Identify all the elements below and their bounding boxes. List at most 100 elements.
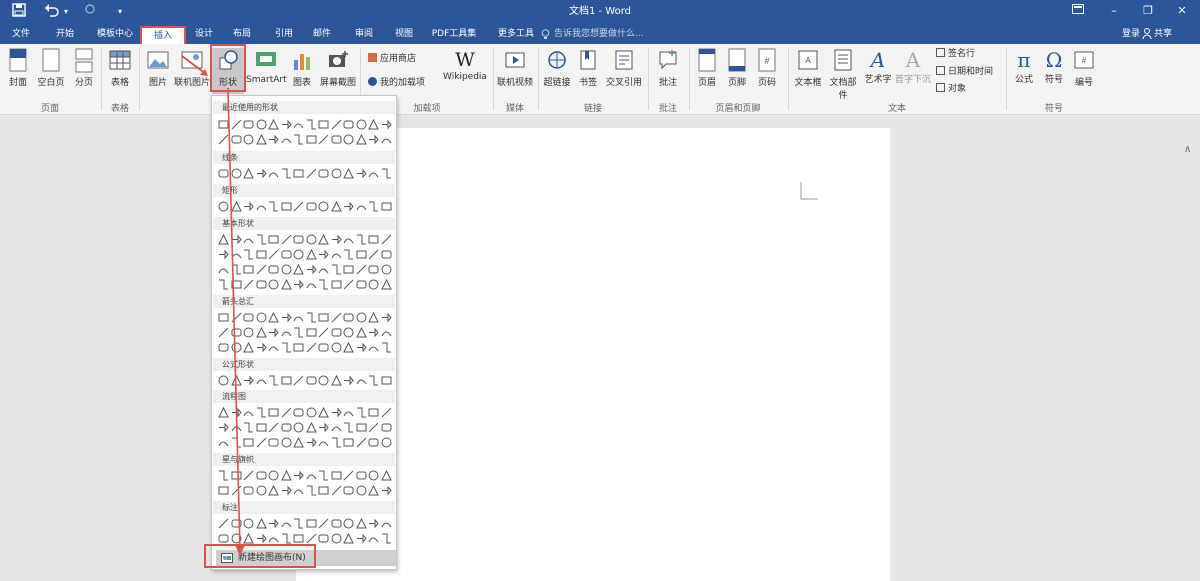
- shape-thumbnail[interactable]: [218, 375, 229, 386]
- shape-thumbnail[interactable]: [331, 518, 342, 529]
- shape-thumbnail[interactable]: [343, 264, 354, 275]
- shape-grid[interactable]: [218, 200, 394, 214]
- shape-grid[interactable]: [218, 311, 394, 325]
- cover-page-button[interactable]: 封面: [4, 48, 32, 88]
- equation-button[interactable]: π 公式: [1010, 48, 1038, 85]
- shape-grid[interactable]: [218, 263, 394, 277]
- shape-thumbnail[interactable]: [381, 533, 392, 544]
- shape-thumbnail[interactable]: [268, 201, 279, 212]
- shape-thumbnail[interactable]: [293, 249, 304, 260]
- shape-thumbnail[interactable]: [231, 342, 242, 353]
- shape-thumbnail[interactable]: [268, 279, 279, 290]
- shape-thumbnail[interactable]: [280, 470, 292, 481]
- shape-thumbnail[interactable]: [231, 312, 242, 323]
- shape-thumbnail[interactable]: [231, 279, 242, 290]
- shape-thumbnail[interactable]: [218, 134, 229, 145]
- shape-thumbnail[interactable]: [381, 168, 392, 179]
- shape-thumbnail[interactable]: [381, 234, 392, 245]
- shape-thumbnail[interactable]: [381, 327, 392, 338]
- tab-template-center[interactable]: 模板中心: [92, 26, 138, 44]
- shape-thumbnail[interactable]: [256, 485, 267, 496]
- shape-thumbnail[interactable]: [231, 407, 242, 418]
- shape-thumbnail[interactable]: [293, 518, 304, 529]
- shape-thumbnail[interactable]: [231, 168, 242, 179]
- my-addins-button[interactable]: 我的加载项: [368, 76, 425, 90]
- shape-thumbnail[interactable]: [356, 407, 367, 418]
- shape-thumbnail[interactable]: [381, 249, 392, 260]
- shape-thumbnail[interactable]: [268, 518, 279, 529]
- shape-thumbnail[interactable]: [356, 168, 367, 179]
- shape-thumbnail[interactable]: [256, 201, 267, 212]
- shape-thumbnail[interactable]: [255, 327, 267, 338]
- wordart-button[interactable]: A 艺术字: [862, 48, 894, 85]
- shape-thumbnail[interactable]: [318, 342, 329, 353]
- signature-line-button[interactable]: 签名行: [936, 47, 975, 61]
- shape-thumbnail[interactable]: [256, 249, 267, 260]
- date-time-button[interactable]: 日期和时间: [936, 65, 993, 79]
- shape-thumbnail[interactable]: [268, 342, 279, 353]
- wikipedia-button[interactable]: W Wikipedia: [440, 48, 490, 82]
- shape-thumbnail[interactable]: [243, 470, 254, 481]
- shape-thumbnail[interactable]: [331, 470, 342, 481]
- shape-thumbnail[interactable]: [355, 518, 367, 529]
- shape-thumbnail[interactable]: [368, 422, 379, 433]
- shape-thumbnail[interactable]: [306, 134, 317, 145]
- shape-thumbnail[interactable]: [306, 342, 317, 353]
- shape-thumbnail[interactable]: [318, 407, 329, 418]
- shape-thumbnail[interactable]: [281, 264, 292, 275]
- shape-thumbnail[interactable]: [293, 119, 304, 130]
- shape-thumbnail[interactable]: [343, 470, 354, 481]
- shape-thumbnail[interactable]: [343, 342, 354, 353]
- shape-thumbnail[interactable]: [356, 249, 367, 260]
- shape-thumbnail[interactable]: [368, 375, 379, 386]
- shape-thumbnail[interactable]: [218, 518, 229, 529]
- shape-thumbnail[interactable]: [331, 485, 342, 496]
- shape-thumbnail[interactable]: [318, 249, 329, 260]
- shape-thumbnail[interactable]: [368, 407, 379, 418]
- shape-grid[interactable]: [218, 469, 394, 483]
- shape-thumbnail[interactable]: [293, 342, 304, 353]
- tab-mailings[interactable]: 邮件: [308, 26, 336, 44]
- shape-thumbnail[interactable]: [355, 327, 367, 338]
- shape-thumbnail[interactable]: [343, 234, 354, 245]
- share-button[interactable]: 共享: [1154, 27, 1172, 41]
- shape-thumbnail[interactable]: [381, 485, 392, 496]
- shape-thumbnail[interactable]: [268, 375, 279, 386]
- shape-thumbnail[interactable]: [243, 437, 254, 448]
- shape-thumbnail[interactable]: [368, 234, 379, 245]
- shape-thumbnail[interactable]: [381, 119, 392, 130]
- shape-thumbnail[interactable]: [368, 342, 379, 353]
- shape-thumbnail[interactable]: [281, 375, 292, 386]
- shape-thumbnail[interactable]: [281, 201, 292, 212]
- page-number-button[interactable]: # 页码: [753, 48, 781, 88]
- shape-thumbnail[interactable]: [381, 134, 392, 145]
- shape-thumbnail[interactable]: [243, 168, 254, 179]
- symbol-button[interactable]: Ω 符号: [1040, 48, 1068, 85]
- shape-thumbnail[interactable]: [306, 485, 317, 496]
- shape-thumbnail[interactable]: [368, 201, 379, 212]
- shape-thumbnail[interactable]: [256, 422, 267, 433]
- shape-thumbnail[interactable]: [243, 518, 254, 529]
- shape-thumbnail[interactable]: [356, 437, 367, 448]
- shape-thumbnail[interactable]: [218, 437, 229, 448]
- shape-thumbnail[interactable]: [331, 327, 342, 338]
- shape-thumbnail[interactable]: [343, 134, 354, 145]
- shape-thumbnail[interactable]: [343, 201, 354, 212]
- shape-thumbnail[interactable]: [343, 375, 354, 386]
- shape-thumbnail[interactable]: [293, 134, 304, 145]
- shape-thumbnail[interactable]: [343, 407, 354, 418]
- shape-thumbnail[interactable]: [306, 470, 317, 481]
- shape-thumbnail[interactable]: [218, 422, 229, 433]
- tab-more-tools[interactable]: 更多工具: [494, 26, 538, 44]
- tell-me-input[interactable]: 告诉我您想要做什么...: [554, 27, 644, 41]
- shape-thumbnail[interactable]: [281, 342, 292, 353]
- shape-thumbnail[interactable]: [231, 327, 242, 338]
- shape-thumbnail[interactable]: [318, 470, 329, 481]
- shape-thumbnail[interactable]: [243, 342, 254, 353]
- shape-thumbnail[interactable]: [293, 234, 304, 245]
- shape-thumbnail[interactable]: [331, 312, 342, 323]
- shape-thumbnail[interactable]: [293, 407, 304, 418]
- shape-thumbnail[interactable]: [231, 249, 242, 260]
- header-button[interactable]: 页眉: [693, 48, 721, 88]
- hyperlink-button[interactable]: 超链接: [542, 48, 572, 88]
